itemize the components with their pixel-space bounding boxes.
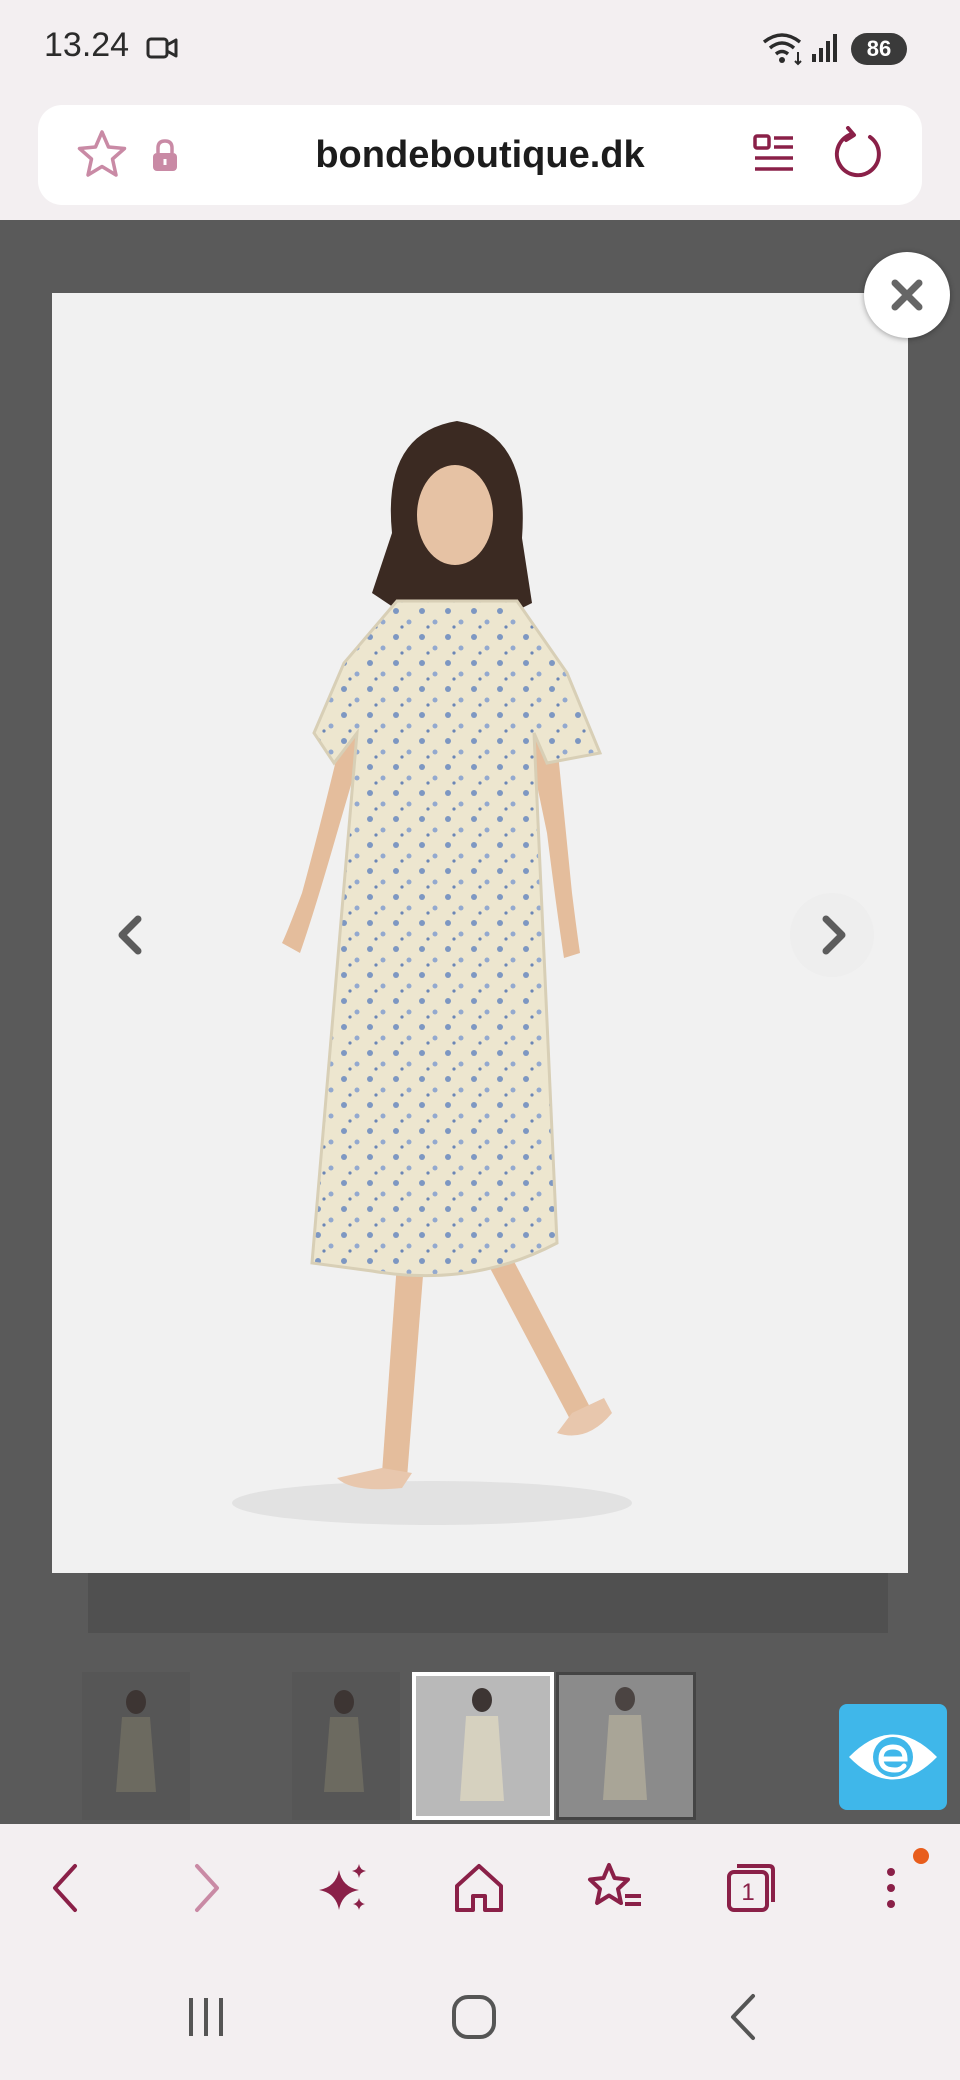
thumbnail-2[interactable] [292, 1672, 400, 1820]
close-icon [891, 279, 923, 311]
sparkle-icon [319, 1864, 366, 1910]
product-photo-illustration [52, 293, 908, 1573]
product-image [52, 293, 908, 1573]
close-button[interactable] [864, 252, 950, 338]
previous-image-button[interactable] [98, 893, 162, 977]
more-vertical-icon [887, 1868, 895, 1908]
back-nav-icon [731, 1994, 755, 2040]
thumbnail-3-selected[interactable] [412, 1672, 554, 1820]
home-icon [455, 1864, 503, 1912]
battery-icon: 86 [851, 33, 907, 65]
bookmark-list-icon [588, 1863, 641, 1906]
signal-icon [812, 34, 837, 62]
chevron-right-icon [822, 915, 846, 955]
recent-apps-icon [189, 1998, 223, 2036]
lock-icon [153, 139, 177, 171]
back-nav-button[interactable] [694, 1972, 794, 2062]
accessibility-button[interactable] [839, 1704, 947, 1810]
video-camera-icon [146, 37, 178, 59]
thumbnail-4[interactable] [556, 1672, 696, 1820]
reload-icon[interactable] [832, 126, 886, 180]
tabs-button[interactable]: 1 [706, 1838, 796, 1938]
back-button[interactable] [20, 1838, 110, 1938]
tabs-icon: 1 [727, 1864, 775, 1912]
accessibility-eye-icon [849, 1734, 937, 1780]
status-time: 13.24 [44, 26, 130, 64]
thumbnail-image [460, 1688, 504, 1801]
chevron-left-icon [118, 915, 142, 955]
thumbnail-1[interactable] [82, 1672, 190, 1820]
thumbnail-image [603, 1687, 647, 1800]
next-image-button[interactable] [790, 893, 874, 977]
home-nav-button[interactable] [424, 1972, 524, 2062]
back-icon [53, 1864, 77, 1912]
notification-dot [913, 1848, 929, 1864]
thumbnail-image [116, 1690, 156, 1792]
forward-button[interactable] [162, 1838, 252, 1938]
lightbox-shadow [88, 1573, 888, 1633]
forward-icon [195, 1864, 219, 1912]
home-button[interactable] [434, 1838, 524, 1938]
ai-assistant-button[interactable] [298, 1838, 388, 1938]
reader-mode-icon[interactable] [752, 132, 796, 176]
wifi-icon [762, 33, 802, 66]
recent-apps-button[interactable] [156, 1972, 256, 2062]
bookmark-star-icon[interactable] [74, 127, 130, 183]
thumbnail-image [324, 1690, 364, 1792]
bookmarks-button[interactable] [570, 1838, 660, 1938]
home-nav-icon [452, 1995, 496, 2039]
tab-count: 1 [741, 1879, 754, 1906]
